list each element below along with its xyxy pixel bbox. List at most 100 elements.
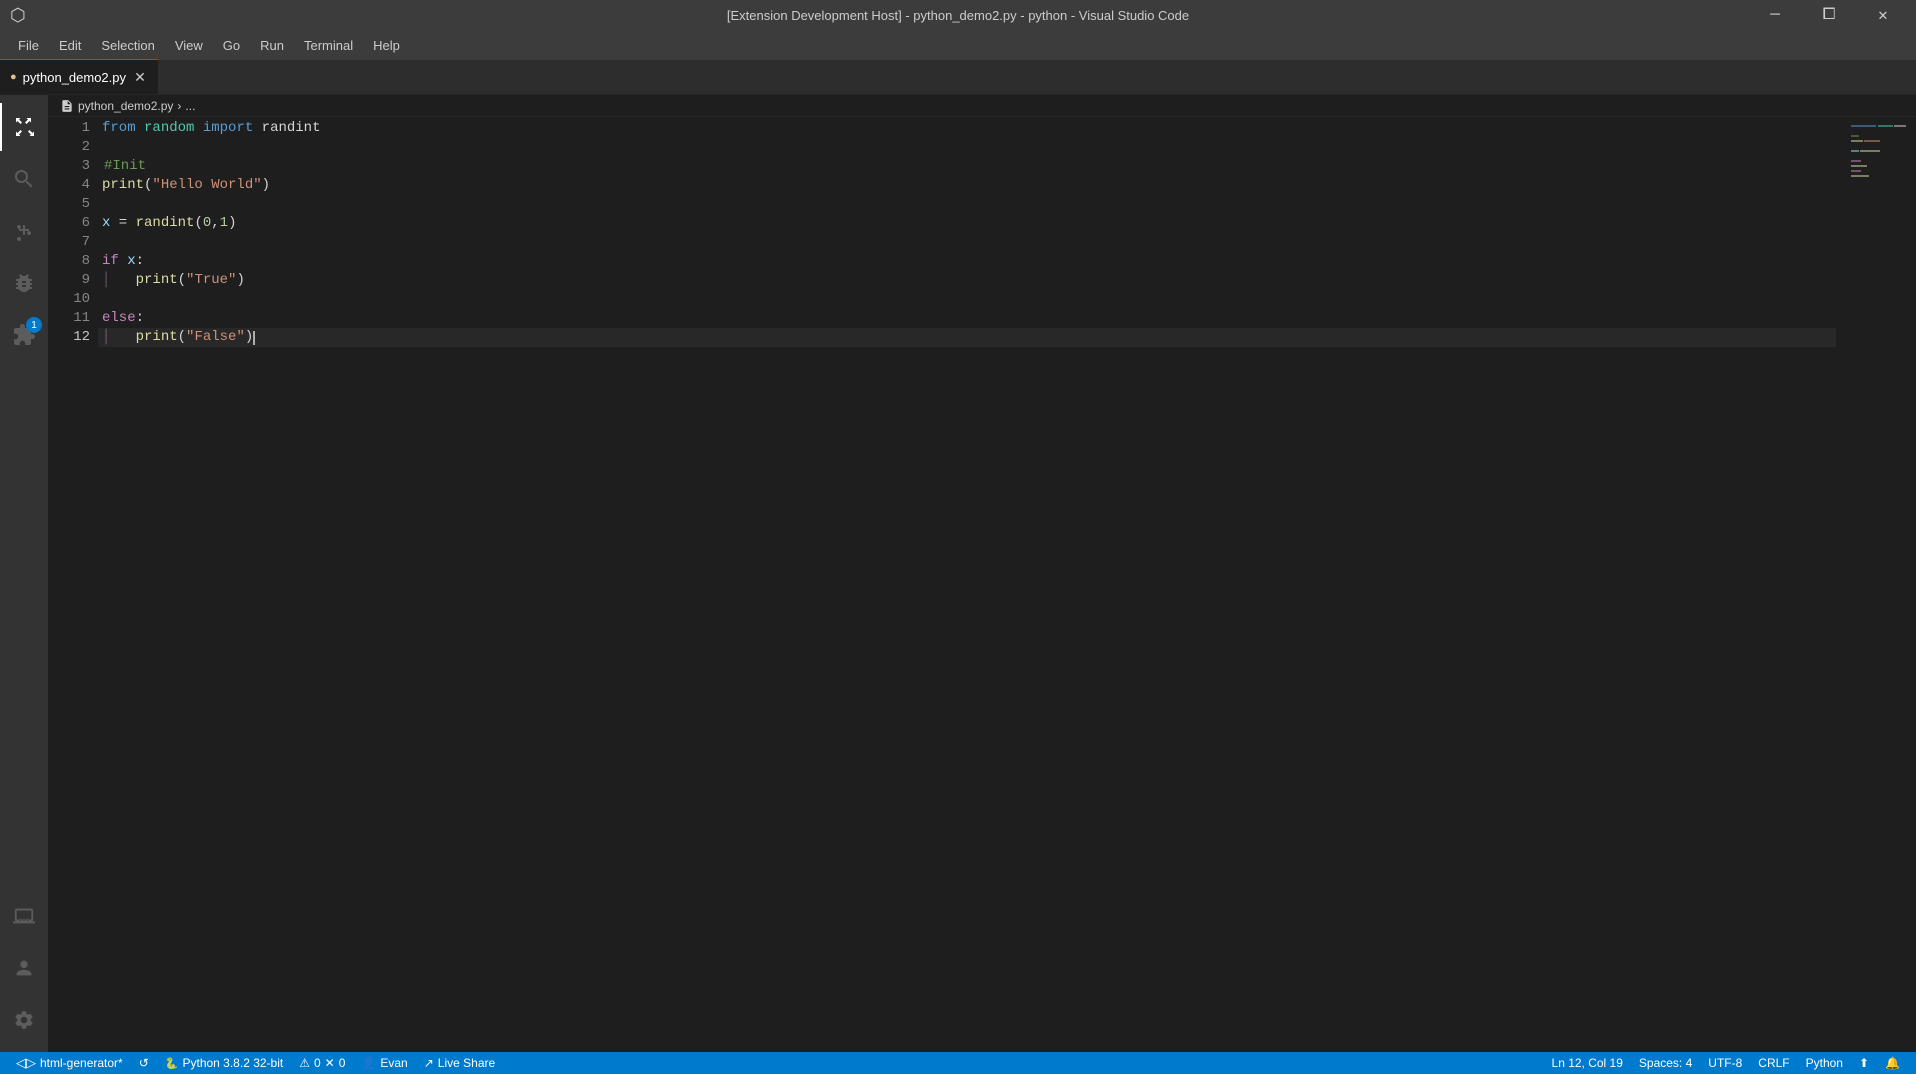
extensions-badge: 1 xyxy=(26,317,42,333)
code-line-7[interactable] xyxy=(98,233,1836,252)
status-encoding[interactable]: UTF-8 xyxy=(1700,1052,1750,1074)
activity-search[interactable] xyxy=(0,155,48,203)
code-line-3[interactable]: #Init xyxy=(98,157,1836,176)
code-line-12[interactable]: │ print("False") xyxy=(98,328,1836,347)
activity-remote[interactable] xyxy=(0,892,48,940)
token-hello-world: "Hello World" xyxy=(152,176,261,195)
window-controls: ─ ⧠ ✕ xyxy=(1752,0,1906,30)
sync-icon: ↺ xyxy=(139,1056,149,1070)
line-num-6: 6 xyxy=(48,214,90,233)
activity-account[interactable] xyxy=(0,944,48,992)
account-icon: 👤 xyxy=(361,1056,376,1070)
title-bar: ⬡ [Extension Development Host] - python_… xyxy=(0,0,1916,30)
status-python-version[interactable]: 🐍 Python 3.8.2 32-bit xyxy=(157,1052,291,1074)
line-num-2: 2 xyxy=(48,138,90,157)
status-sync[interactable]: ↺ xyxy=(131,1052,157,1074)
activity-debug[interactable] xyxy=(0,259,48,307)
line-num-12: 12 xyxy=(48,328,90,347)
line-num-9: 9 xyxy=(48,271,90,290)
breadcrumb-ellipsis[interactable]: ... xyxy=(185,99,195,113)
menu-view[interactable]: View xyxy=(167,34,211,57)
status-bar: ◁▷ html-generator* ↺ 🐍 Python 3.8.2 32-b… xyxy=(0,1052,1916,1074)
code-editor[interactable]: from random import randint #Init print("… xyxy=(98,117,1836,1052)
menu-run[interactable]: Run xyxy=(252,34,292,57)
code-line-5[interactable] xyxy=(98,195,1836,214)
activity-bar: 1 xyxy=(0,95,48,1052)
close-button[interactable]: ✕ xyxy=(1860,0,1906,30)
code-line-2[interactable] xyxy=(98,138,1836,157)
account-name: Evan xyxy=(380,1056,407,1070)
status-remote[interactable]: ◁▷ html-generator* xyxy=(8,1052,131,1074)
line-num-11: 11 xyxy=(48,309,90,328)
code-line-9[interactable]: │ print("True") xyxy=(98,271,1836,290)
tab-close-button[interactable]: ✕ xyxy=(132,69,148,85)
eol-label: CRLF xyxy=(1758,1056,1789,1070)
line-numbers: 1 2 3 4 5 6 7 8 9 10 11 12 xyxy=(48,117,98,1052)
code-line-8[interactable]: if x: xyxy=(98,252,1836,271)
menu-edit[interactable]: Edit xyxy=(51,34,89,57)
code-line-6[interactable]: x = randint(0,1) xyxy=(98,214,1836,233)
menu-help[interactable]: Help xyxy=(365,34,408,57)
tab-python-demo2[interactable]: ● python_demo2.py ✕ xyxy=(0,59,158,94)
status-format[interactable]: ⬆ xyxy=(1851,1052,1877,1074)
status-right: Ln 12, Col 19 Spaces: 4 UTF-8 CRLF Pytho… xyxy=(1544,1052,1908,1074)
status-language[interactable]: Python xyxy=(1798,1052,1851,1074)
tab-file-icon: ● xyxy=(10,71,17,83)
breadcrumb-filename[interactable]: python_demo2.py xyxy=(78,99,173,113)
status-errors[interactable]: ⚠ 0 ✕ 0 xyxy=(291,1052,353,1074)
maximize-button[interactable]: ⧠ xyxy=(1806,0,1852,30)
warning-count: 0 xyxy=(314,1056,321,1070)
error-icon: ✕ xyxy=(325,1056,335,1070)
token-random: random xyxy=(144,119,194,138)
line-num-8: 8 xyxy=(48,252,90,271)
status-spaces[interactable]: Spaces: 4 xyxy=(1631,1052,1700,1074)
breadcrumb: python_demo2.py › ... xyxy=(48,95,1916,117)
menu-selection[interactable]: Selection xyxy=(93,34,162,57)
activity-bottom xyxy=(0,892,48,1052)
language-label: Python xyxy=(1806,1056,1843,1070)
tab-label: python_demo2.py xyxy=(23,70,126,85)
menu-bar: File Edit Selection View Go Run Terminal… xyxy=(0,30,1916,60)
code-line-11[interactable]: else: xyxy=(98,309,1836,328)
token-x: x xyxy=(102,214,110,233)
status-eol[interactable]: CRLF xyxy=(1750,1052,1797,1074)
menu-go[interactable]: Go xyxy=(215,34,248,57)
status-account[interactable]: 👤 Evan xyxy=(353,1052,415,1074)
line-num-10: 10 xyxy=(48,290,90,309)
line-num-4: 4 xyxy=(48,176,90,195)
menu-terminal[interactable]: Terminal xyxy=(296,34,361,57)
activity-extensions[interactable]: 1 xyxy=(0,311,48,359)
vscode-logo: ⬡ xyxy=(10,5,26,26)
line-num-1: 1 xyxy=(48,119,90,138)
status-notifications[interactable]: 🔔 xyxy=(1877,1052,1908,1074)
spaces-label: Spaces: 4 xyxy=(1639,1056,1692,1070)
token-import: import xyxy=(203,119,253,138)
menu-file[interactable]: File xyxy=(10,34,47,57)
token-else: else xyxy=(102,309,136,328)
minimap xyxy=(1836,117,1916,1052)
code-line-10[interactable] xyxy=(98,290,1836,309)
editor-content: 1 2 3 4 5 6 7 8 9 10 11 12 from random i… xyxy=(48,117,1916,1052)
line-num-7: 7 xyxy=(48,233,90,252)
token-print-false: print xyxy=(136,328,178,347)
code-line-1[interactable]: from random import randint xyxy=(98,119,1836,138)
window-title: [Extension Development Host] - python_de… xyxy=(727,8,1189,23)
tab-bar: ● python_demo2.py ✕ xyxy=(0,60,1916,95)
python-version-label: Python 3.8.2 32-bit xyxy=(182,1056,283,1070)
error-count: 0 xyxy=(339,1056,346,1070)
status-liveshare[interactable]: ↗ Live Share xyxy=(416,1052,503,1074)
text-cursor xyxy=(253,331,255,345)
activity-source-control[interactable] xyxy=(0,207,48,255)
format-icon: ⬆ xyxy=(1859,1056,1869,1070)
activity-settings[interactable] xyxy=(0,996,48,1044)
activity-explorer[interactable] xyxy=(0,103,48,151)
remote-icon: ◁▷ xyxy=(16,1055,36,1071)
position-label: Ln 12, Col 19 xyxy=(1552,1056,1623,1070)
token-from: from xyxy=(102,119,136,138)
breadcrumb-separator: › xyxy=(177,99,181,113)
code-line-4[interactable]: print("Hello World") xyxy=(98,176,1836,195)
encoding-label: UTF-8 xyxy=(1708,1056,1742,1070)
minimize-button[interactable]: ─ xyxy=(1752,0,1798,30)
token-print1: print xyxy=(102,176,144,195)
status-position[interactable]: Ln 12, Col 19 xyxy=(1544,1052,1631,1074)
